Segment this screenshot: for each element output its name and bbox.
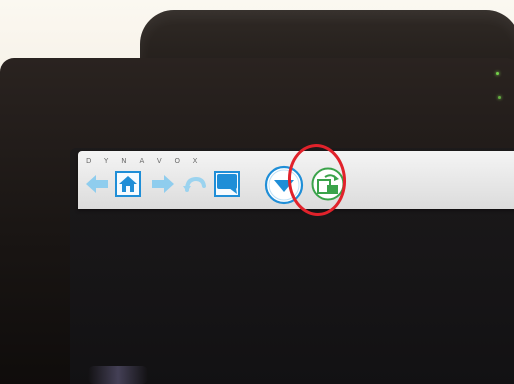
photo-scene: DYNAVOX [0,0,514,384]
undo-button[interactable] [182,171,208,197]
home-button[interactable] [115,171,141,197]
speech-bubble-icon [217,174,237,194]
screen-reflection [88,366,148,384]
back-button[interactable] [84,171,110,197]
home-icon [119,176,137,192]
status-led [498,96,501,99]
status-led [496,72,499,75]
brand-label: DYNAVOX [86,157,211,165]
chat-button[interactable] [214,171,240,197]
undo-icon [183,176,206,192]
forward-button[interactable] [150,171,176,197]
arrow-left-icon [86,175,108,193]
arrow-right-icon [152,175,174,193]
